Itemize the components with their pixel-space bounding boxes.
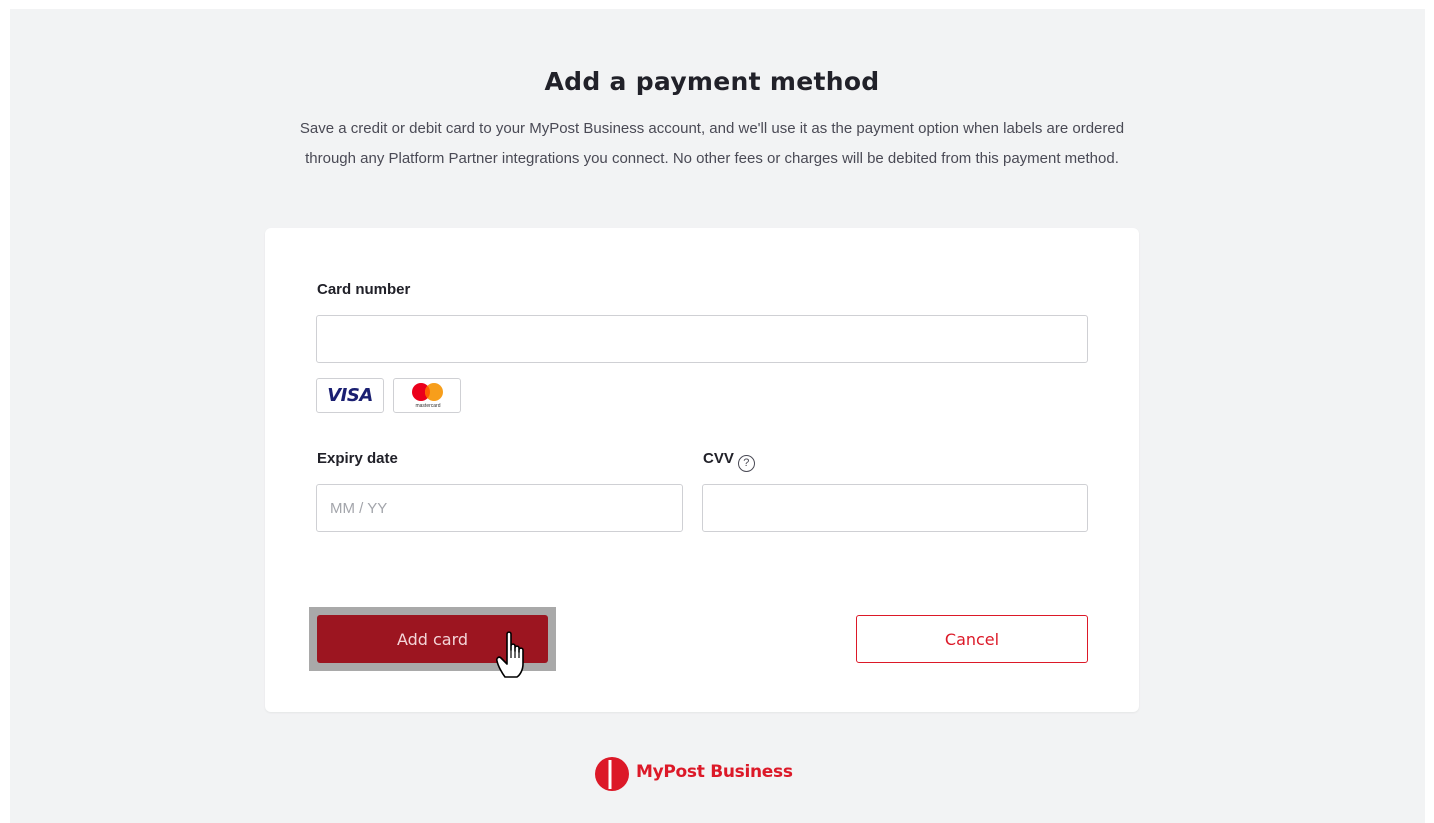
footer-brand-name: MyPost Business: [636, 762, 793, 782]
visa-logo: VISA: [316, 378, 384, 413]
card-number-label: Card number: [317, 281, 411, 298]
card-number-input[interactable]: [316, 315, 1088, 363]
page-background: Add a payment method Save a credit or de…: [10, 9, 1425, 823]
payment-form-card: Card number VISA mastercard Expiry date …: [265, 228, 1139, 712]
mastercard-logo: mastercard: [393, 378, 461, 413]
mastercard-icon: mastercard: [406, 382, 450, 412]
australia-post-logo-icon: [595, 757, 629, 791]
hand-pointer-cursor-icon: [496, 631, 524, 678]
expiry-date-label: Expiry date: [317, 450, 398, 467]
cvv-input[interactable]: [702, 484, 1088, 532]
expiry-date-input[interactable]: [316, 484, 683, 532]
cvv-label: CVV?: [703, 450, 755, 472]
cancel-button[interactable]: Cancel: [856, 615, 1088, 663]
page-title: Add a payment method: [544, 67, 880, 96]
question-circle-icon[interactable]: ?: [737, 455, 755, 472]
page-description: Save a credit or debit card to your MyPo…: [299, 120, 1125, 167]
cvv-label-text: CVV: [703, 450, 734, 467]
